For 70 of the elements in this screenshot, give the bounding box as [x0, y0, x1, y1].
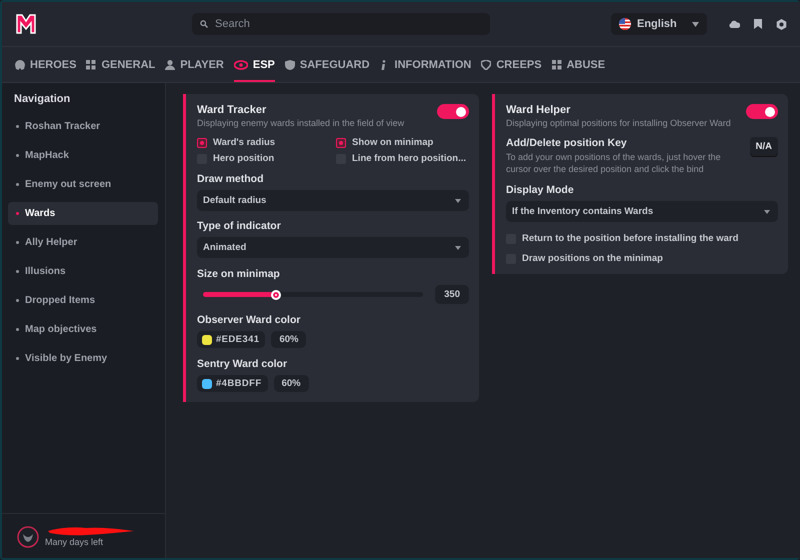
caret-icon [764, 210, 770, 214]
tab[interactable]: SAFEGUARD [284, 47, 370, 82]
language-dropdown[interactable]: English [611, 13, 707, 35]
setting-label: Draw method [197, 173, 265, 185]
checkbox[interactable]: Return to the position before installing the ward [506, 233, 738, 244]
hex-value: #4BBDFF [216, 378, 262, 389]
setting-label: Size on minimap [197, 268, 281, 280]
nav-item[interactable]: Ally Helper [8, 231, 158, 254]
tab[interactable]: ABUSE [552, 47, 606, 82]
setting-label: Add/Delete position Key [506, 137, 628, 149]
flag-icon [619, 18, 631, 30]
card-description: Displaying optimal positions for installing Observer Ward [506, 118, 731, 128]
toggle-switch[interactable] [437, 104, 469, 119]
logo-icon [14, 12, 38, 36]
nav-item[interactable]: Dropped Items [8, 289, 158, 312]
grid-icon [86, 60, 96, 70]
language-label: English [637, 18, 678, 30]
nav-item[interactable]: Visible by Enemy [8, 347, 158, 370]
subscription-status: Many days left [45, 537, 104, 547]
card-description: Displaying enemy wards installed in the field of view [197, 118, 404, 128]
nav-item[interactable]: Enemy out screen [8, 173, 158, 196]
color-field[interactable]: #4BBDFF [197, 375, 268, 392]
tab[interactable]: CREEPS [481, 47, 542, 82]
eye-icon [234, 60, 248, 70]
cloud-icon[interactable] [729, 20, 740, 28]
opacity-field[interactable]: 60% [271, 331, 306, 348]
toggle-switch[interactable] [746, 104, 778, 119]
nav-item[interactable]: Roshan Tracker [8, 115, 158, 138]
setting-description: To add your own positions of the wards, just hover the cursor over the desired position and click the bind [506, 152, 722, 176]
color-field[interactable]: #EDE341 [197, 331, 266, 348]
nav-item[interactable]: Wards [8, 202, 158, 225]
avatar-icon [17, 526, 39, 548]
tab[interactable]: PLAYER [165, 47, 224, 82]
checkbox[interactable]: Line from hero position... [336, 153, 469, 164]
checkbox[interactable]: Show on minimap [336, 137, 469, 148]
grid-icon [552, 60, 562, 70]
setting-label: Type of indicator [197, 220, 282, 232]
nav-item[interactable]: MapHack [8, 144, 158, 167]
caret-icon [455, 198, 461, 202]
dropdown[interactable]: Animated [197, 237, 469, 258]
nav-item[interactable]: Illusions [8, 260, 158, 283]
navigation-title: Navigation [13, 93, 72, 105]
dropdown[interactable]: Default radius [197, 190, 469, 211]
search-icon [200, 20, 208, 28]
card-title: Ward Helper [506, 104, 572, 116]
caret-icon [692, 22, 699, 26]
tab[interactable]: HEROES [15, 47, 76, 82]
caret-icon [455, 246, 461, 250]
nav-item[interactable]: Map objectives [8, 318, 158, 341]
keybind-button[interactable]: N/A [750, 137, 778, 156]
search-input[interactable]: Search [213, 17, 482, 31]
slider-value: 350 [435, 285, 469, 304]
search-field[interactable]: Search [192, 13, 490, 35]
setting-label: Display Mode [506, 184, 575, 196]
tab[interactable]: INFORMATION [380, 47, 472, 82]
bookmark-icon[interactable] [754, 19, 762, 29]
opacity-field[interactable]: 60% [274, 375, 309, 392]
tab[interactable]: GENERAL [86, 47, 156, 82]
setting-label: Observer Ward color [197, 314, 302, 326]
person-icon [165, 60, 176, 70]
card-title: Ward Tracker [197, 104, 268, 116]
dropdown[interactable]: If the Inventory contains Wards [506, 201, 778, 222]
checkbox[interactable]: Draw positions on the minimap [506, 253, 663, 264]
hex-value: #EDE341 [216, 334, 260, 345]
shield-icon [284, 60, 295, 70]
setting-label: Sentry Ward color [197, 358, 288, 370]
checkbox[interactable]: Hero position [197, 153, 336, 164]
slider-thumb[interactable] [270, 290, 281, 300]
checkbox[interactable]: Ward's radius [197, 137, 336, 148]
settings-icon[interactable] [776, 18, 787, 30]
